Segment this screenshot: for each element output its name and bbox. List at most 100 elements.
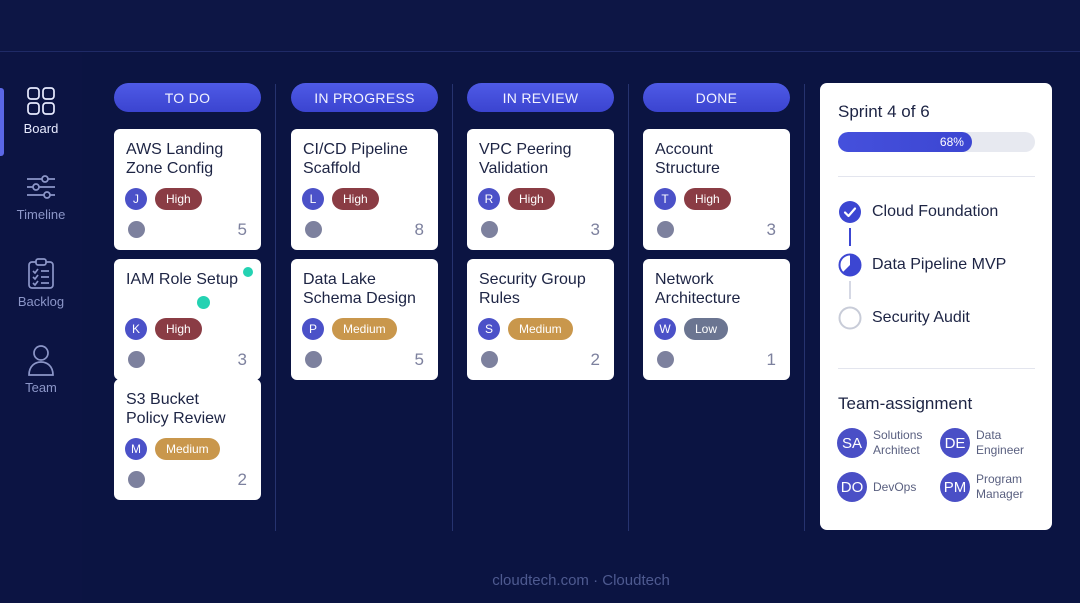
priority-badge: Medium	[155, 438, 220, 460]
task-card[interactable]: Data Lake Schema Design P Medium 5	[291, 259, 438, 380]
card-title: S3 Bucket Policy Review	[126, 391, 226, 427]
card-title: IAM Role Setup	[126, 271, 239, 288]
task-card[interactable]: VPC Peering Validation R High 3	[467, 129, 614, 250]
status-dot	[128, 471, 145, 488]
card-title: Security Group Rules	[479, 271, 586, 307]
task-card[interactable]: Network Architecture W Low 1	[643, 259, 790, 380]
status-dot	[305, 351, 322, 368]
story-points: 3	[590, 220, 600, 239]
priority-badge: Medium	[332, 318, 397, 340]
card-title: CI/CD Pipeline Scaffold	[303, 141, 408, 177]
sidebar-item-backlog[interactable]: Backlog	[0, 243, 82, 323]
member-role: Solutions Architect	[873, 428, 923, 457]
milestone-label: Data Pipeline MVP	[872, 256, 1007, 273]
priority-badge: Low	[684, 318, 729, 340]
milestone-item[interactable]: Data Pipeline MVP	[838, 253, 1006, 277]
milestone-item[interactable]: Cloud Foundation	[838, 200, 998, 224]
assignee-avatar[interactable]: T	[654, 188, 676, 210]
assignee-avatar[interactable]: K	[125, 318, 147, 340]
sprint-progress-bar: 68%	[838, 132, 1035, 152]
priority-badge: High	[684, 188, 731, 210]
card-title: Network Architecture	[655, 271, 741, 307]
column-divider	[628, 84, 629, 531]
story-points: 3	[237, 350, 247, 369]
notification-dot	[197, 296, 210, 309]
status-dot	[481, 221, 498, 238]
sprint-panel: Sprint 4 of 6 68% Cloud Foundation Data …	[820, 83, 1052, 530]
column-divider	[275, 84, 276, 531]
new-indicator-dot	[243, 267, 253, 277]
assignee-avatar[interactable]: M	[125, 438, 147, 460]
member-avatar: DO	[837, 472, 867, 502]
task-card[interactable]: IAM Role Setup K High 3	[114, 259, 261, 380]
card-title: VPC Peering Validation	[479, 141, 572, 177]
divider	[838, 368, 1035, 369]
sidebar-item-label: Team	[25, 379, 57, 395]
priority-badge: Medium	[508, 318, 573, 340]
task-card[interactable]: Security Group Rules S Medium 2	[467, 259, 614, 380]
sprint-progress-label: 68%	[939, 135, 964, 149]
sidebar-item-board[interactable]: Board	[0, 70, 82, 156]
top-bar	[0, 0, 1080, 52]
status-dot	[128, 351, 145, 368]
milestone-item[interactable]: Security Audit	[838, 306, 970, 330]
half-progress-icon	[838, 253, 862, 277]
assignee-avatar[interactable]: L	[302, 188, 324, 210]
assignee-avatar[interactable]: P	[302, 318, 324, 340]
member-avatar: PM	[940, 472, 970, 502]
member-role: Program Manager	[976, 472, 1024, 501]
milestone-connector	[849, 228, 851, 246]
team-member[interactable]: DO DevOps	[837, 472, 916, 502]
card-title: AWS Landing Zone Config	[126, 141, 224, 177]
team-member[interactable]: SA Solutions Architect	[837, 428, 922, 458]
story-points: 8	[414, 220, 424, 239]
status-dot	[305, 221, 322, 238]
column-header-in-progress[interactable]: IN PROGRESS	[291, 83, 438, 112]
team-member[interactable]: DE Data Engineer	[940, 428, 1024, 458]
task-card[interactable]: S3 Bucket Policy Review M Medium 2	[114, 379, 261, 500]
story-points: 2	[237, 470, 247, 489]
column-divider	[452, 84, 453, 531]
column-header-in-review[interactable]: IN REVIEW	[467, 83, 614, 112]
sprint-title: Sprint 4 of 6	[838, 102, 930, 121]
task-card[interactable]: AWS Landing Zone Config J High 5	[114, 129, 261, 250]
team-person-icon	[25, 344, 57, 376]
member-avatar: SA	[837, 428, 867, 458]
footer-brand[interactable]: cloudtech.com · Cloudtech	[82, 572, 1080, 589]
empty-circle-icon	[838, 306, 862, 330]
sidebar-item-label: Backlog	[17, 293, 65, 309]
assignee-avatar[interactable]: W	[654, 318, 676, 340]
story-points: 3	[766, 220, 776, 239]
priority-badge: High	[155, 188, 202, 210]
task-card[interactable]: Account Structure Defined T High 3	[643, 129, 790, 250]
story-points: 5	[237, 220, 247, 239]
assignee-avatar[interactable]: J	[125, 188, 147, 210]
sprint-progress-fill: 68%	[838, 132, 972, 152]
column-header-todo[interactable]: TO DO	[114, 83, 261, 112]
sidebar-item-timeline[interactable]: Timeline	[0, 156, 82, 236]
milestone-label: Cloud Foundation	[872, 203, 999, 220]
column-header-done[interactable]: DONE	[643, 83, 790, 112]
sidebar-item-team[interactable]: Team	[0, 329, 82, 409]
column-divider	[804, 84, 805, 531]
story-points: 5	[414, 350, 424, 369]
check-circle-icon	[839, 201, 861, 223]
milestone-label: Security Audit	[872, 309, 970, 326]
status-dot	[657, 221, 674, 238]
assignee-avatar[interactable]: S	[478, 318, 500, 340]
priority-badge: High	[155, 318, 202, 340]
board: TO DO IN PROGRESS IN REVIEW DONE AWS Lan…	[82, 52, 1080, 603]
priority-badge: High	[332, 188, 379, 210]
task-card[interactable]: CI/CD Pipeline Scaffold L High 8	[291, 129, 438, 250]
member-avatar: DE	[940, 428, 970, 458]
member-role: DevOps	[873, 479, 917, 494]
sidebar-item-label: Timeline	[16, 206, 66, 222]
board-grid-icon	[25, 85, 57, 117]
team-member[interactable]: PM Program Manager	[940, 472, 1023, 502]
priority-badge: High	[508, 188, 555, 210]
status-dot	[128, 221, 145, 238]
sidebar-item-label: Board	[23, 120, 59, 136]
divider	[838, 176, 1035, 177]
assignee-avatar[interactable]: R	[478, 188, 500, 210]
sidebar: Board Timeline Backlog Team	[0, 52, 82, 603]
